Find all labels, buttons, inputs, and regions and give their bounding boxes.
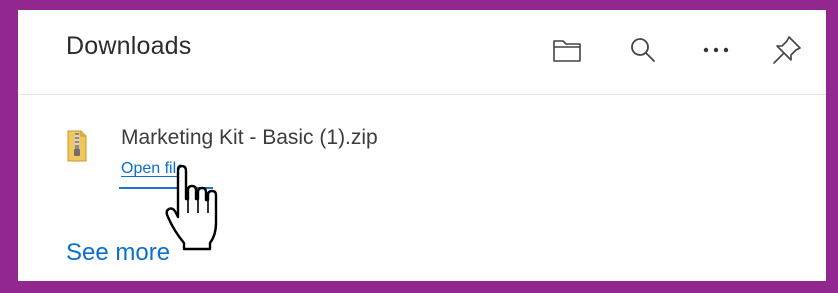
pin-icon [773, 36, 801, 64]
downloads-panel: Downloads Marketing Kit - Basic (1).zip … [18, 10, 826, 281]
search-icon [631, 38, 655, 62]
file-name: Marketing Kit - Basic (1).zip [121, 126, 378, 149]
hand-pointer-icon [165, 165, 218, 251]
more-options-button[interactable] [695, 30, 737, 70]
folder-icon [553, 40, 581, 62]
search-button[interactable] [622, 30, 664, 70]
zip-file-icon [67, 130, 87, 162]
see-more-link[interactable]: See more [66, 239, 170, 267]
more-icon [703, 47, 729, 53]
open-folder-button[interactable] [546, 30, 588, 70]
pin-button[interactable] [766, 30, 808, 70]
downloads-header: Downloads [18, 10, 826, 95]
panel-title: Downloads [66, 32, 192, 60]
